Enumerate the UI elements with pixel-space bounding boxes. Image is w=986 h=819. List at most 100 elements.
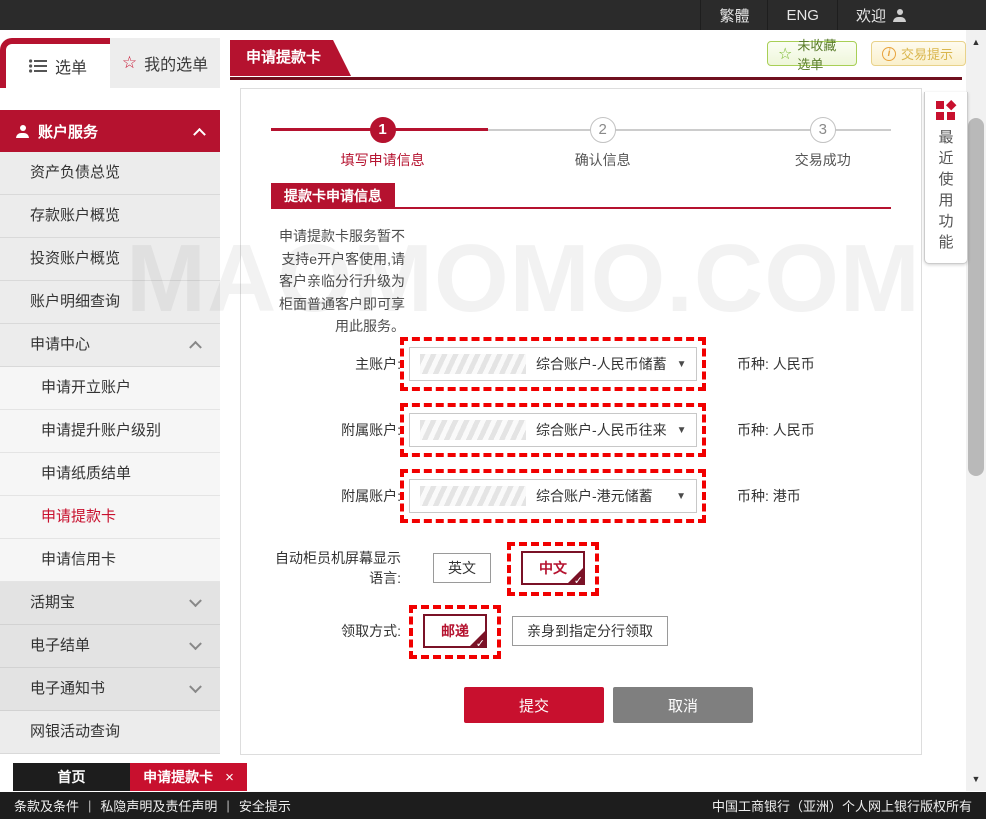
sidebar-item-apply-credit-card[interactable]: 申请信用卡	[0, 539, 220, 582]
bottom-tab-apply-withdrawal-card[interactable]: 申请提款卡 ×	[130, 763, 247, 791]
recent-functions-panel[interactable]: 最 近 使 用 功 能	[924, 92, 968, 264]
primary-account-select[interactable]: 综合账户-人民币储蓄 ▼	[409, 347, 697, 381]
vertical-scrollbar[interactable]: ▲ ▼	[966, 30, 986, 791]
sidebar-item-label: 投资账户概览	[30, 250, 120, 267]
notice-text: 申请提款卡服务暂不支持e开户客使用,请客户亲临分行升级为柜面普通客户即可享用此服…	[271, 225, 405, 338]
sidebar-item-current-treasure[interactable]: 活期宝	[0, 582, 220, 625]
option-label: 英文	[448, 558, 476, 578]
option-label: 邮递	[441, 621, 469, 641]
footer-separator: |	[88, 798, 91, 813]
primary-account-label: 主账户:	[271, 354, 401, 374]
scroll-up-arrow-icon[interactable]: ▲	[966, 37, 986, 47]
sidebar-item-ebanking-activity-enquiry[interactable]: 网银活动查询	[0, 711, 220, 754]
form-row-delivery-method: 领取方式: 邮递 ✓ 亲身到指定分行领取	[271, 607, 891, 655]
footer-link-privacy[interactable]: 私隐声明及责任声明	[100, 796, 217, 815]
step-1-label: 填写申请信息	[318, 150, 448, 170]
action-buttons: 提交 取消	[464, 687, 753, 723]
recent-functions-icon	[935, 100, 957, 122]
chevron-down-icon	[189, 680, 202, 693]
language-english-button[interactable]: ENG	[767, 0, 837, 30]
cancel-button[interactable]: 取消	[613, 687, 753, 723]
sidebar-item-label: 存款账户概览	[30, 207, 120, 224]
sidebar-item-label: 网银活动查询	[30, 723, 120, 740]
footer-link-security[interactable]: 安全提示	[239, 796, 291, 815]
welcome-label: 欢迎	[856, 5, 886, 26]
tab-menu-label: 选单	[55, 54, 87, 78]
step-1: 1 填写申请信息	[318, 117, 448, 170]
sidebar-item-label: 申请纸质结单	[41, 465, 131, 482]
step-2-circle: 2	[590, 117, 616, 143]
sidebar-item-apply-open-account[interactable]: 申请开立账户	[0, 367, 220, 410]
sidebar-item-e-advice[interactable]: 电子通知书	[0, 668, 220, 711]
recent-char: 功	[925, 211, 967, 232]
sidebar-item-apply-upgrade-account[interactable]: 申请提升账户级别	[0, 410, 220, 453]
step-3-label: 交易成功	[758, 150, 888, 170]
favorites-button[interactable]: ☆ 未收藏选单	[767, 41, 857, 66]
form-row-sub-account-1: 附属账户: 综合账户-人民币往来 ▼ 币种: 人民币	[271, 407, 891, 453]
sidebar-item-e-statement[interactable]: 电子结单	[0, 625, 220, 668]
sidebar-header-account-services[interactable]: 账户服务	[0, 110, 220, 152]
section-header: 提款卡申请信息	[271, 183, 891, 209]
language-traditional-button[interactable]: 繁體	[700, 0, 767, 30]
sidebar-item-apply-withdrawal-card[interactable]: 申请提款卡	[0, 496, 220, 539]
sidebar-item-label: 申请提款卡	[41, 508, 116, 525]
sidebar-item-label: 账户明细查询	[30, 293, 120, 310]
footer-separator: |	[226, 798, 229, 813]
sidebar-item-asset-liability-overview[interactable]: 资产负债总览	[0, 152, 220, 195]
footer-link-terms[interactable]: 条款及条件	[14, 796, 79, 815]
list-icon	[29, 59, 47, 73]
step-2: 2 确认信息	[538, 117, 668, 170]
form-row-atm-language: 自动柜员机屏幕显示语言: 英文 中文 ✓	[271, 541, 891, 595]
atm-language-label: 自动柜员机屏幕显示语言:	[271, 548, 401, 588]
dropdown-arrow-icon: ▼	[677, 359, 687, 370]
scrollbar-thumb[interactable]	[968, 118, 984, 476]
chevron-down-icon	[189, 637, 202, 650]
delivery-branch-option[interactable]: 亲身到指定分行领取	[512, 616, 668, 646]
bottom-tab-home[interactable]: 首页	[13, 763, 130, 791]
language-english-option[interactable]: 英文	[433, 553, 491, 583]
delivery-method-label: 领取方式:	[271, 621, 401, 641]
scroll-down-arrow-icon[interactable]: ▼	[966, 774, 986, 784]
sidebar-header-label: 账户服务	[38, 121, 98, 142]
chevron-up-icon	[189, 341, 202, 354]
sidebar-item-apply-paper-statement[interactable]: 申请纸质结单	[0, 453, 220, 496]
sidebar-item-deposit-account-overview[interactable]: 存款账户概览	[0, 195, 220, 238]
section-title: 提款卡申请信息	[271, 183, 395, 209]
step-2-label: 确认信息	[538, 150, 668, 170]
currency-value: 币种: 人民币	[737, 420, 815, 440]
option-label: 亲身到指定分行领取	[527, 621, 653, 641]
footer: 条款及条件 | 私隐声明及责任声明 | 安全提示 中国工商银行（亚洲）个人网上银…	[0, 792, 986, 819]
sub-account-1-select[interactable]: 综合账户-人民币往来 ▼	[409, 413, 697, 447]
recent-char: 最	[925, 127, 967, 148]
check-icon: ✓	[574, 574, 583, 587]
chevron-down-icon	[189, 594, 202, 607]
close-icon[interactable]: ×	[225, 769, 234, 786]
tab-my-menu[interactable]: ☆ 我的选单	[110, 38, 220, 88]
language-english-label: ENG	[786, 7, 819, 24]
form-row-sub-account-2: 附属账户: 综合账户-港元储蓄 ▼ 币种: 港币	[271, 473, 891, 519]
account-icon	[16, 125, 29, 138]
masked-account-number	[420, 486, 526, 506]
step-wizard: 1 填写申请信息 2 确认信息 3 交易成功	[271, 117, 891, 179]
transaction-tips-button[interactable]: i 交易提示	[871, 41, 966, 66]
transaction-tips-label: 交易提示	[901, 44, 953, 63]
delivery-mail-option-selected[interactable]: 邮递 ✓	[423, 614, 487, 648]
masked-account-number	[420, 420, 526, 440]
sidebar-item-application-center[interactable]: 申请中心	[0, 324, 220, 367]
info-icon: i	[882, 47, 896, 61]
currency-value: 币种: 人民币	[737, 354, 815, 374]
sidebar-item-label: 申请提升账户级别	[41, 422, 161, 439]
sidebar-item-account-detail-enquiry[interactable]: 账户明细查询	[0, 281, 220, 324]
language-chinese-option-selected[interactable]: 中文 ✓	[521, 551, 585, 585]
currency-value: 币种: 港币	[737, 486, 801, 506]
sidebar-item-label: 资产负债总览	[30, 164, 120, 181]
sub-account-2-value: 综合账户-港元储蓄	[536, 486, 653, 506]
submit-button[interactable]: 提交	[464, 687, 604, 723]
sub-account-label: 附属账户:	[271, 486, 401, 506]
sub-account-2-select[interactable]: 综合账户-港元储蓄 ▼	[409, 479, 697, 513]
step-1-circle: 1	[370, 117, 396, 143]
tab-menu[interactable]: 选单	[0, 38, 110, 88]
sidebar-item-label: 电子通知书	[30, 680, 105, 697]
sidebar-item-investment-account-overview[interactable]: 投资账户概览	[0, 238, 220, 281]
welcome-user-menu[interactable]: 欢迎	[837, 0, 924, 30]
